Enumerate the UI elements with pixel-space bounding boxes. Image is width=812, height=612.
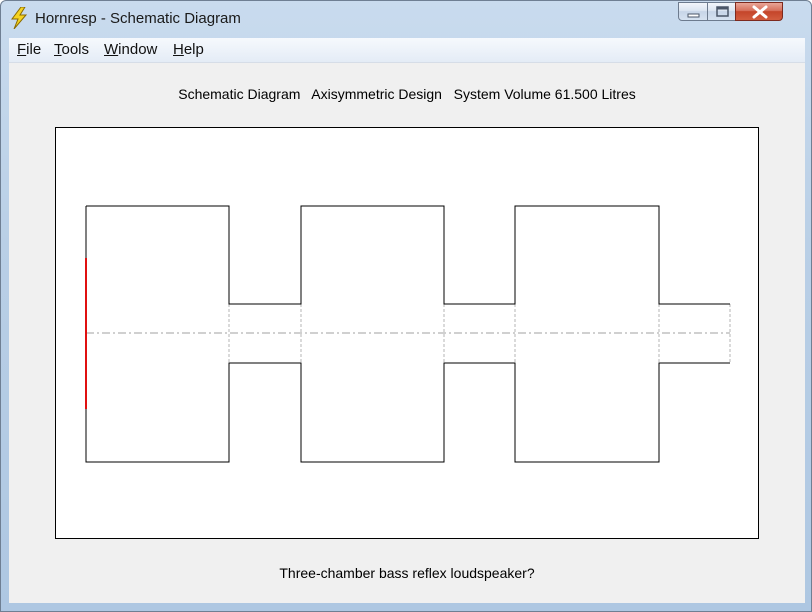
- diagram-header: Schematic Diagram Axisymmetric Design Sy…: [178, 86, 636, 102]
- window-title: Hornresp - Schematic Diagram: [35, 10, 241, 27]
- diagram-caption: Three-chamber bass reflex loudspeaker?: [279, 565, 535, 581]
- schematic-svg: [85, 205, 731, 463]
- minimize-button[interactable]: [678, 2, 708, 21]
- lightning-bolt-icon[interactable]: [10, 6, 28, 30]
- hornresp-window: Hornresp - Schematic Diagram File Tools …: [0, 0, 812, 612]
- title-bar[interactable]: Hornresp - Schematic Diagram: [1, 1, 811, 35]
- menu-bar: File Tools Window Help: [9, 38, 805, 63]
- menu-tools[interactable]: Tools: [54, 41, 89, 58]
- menu-help[interactable]: Help: [173, 41, 204, 58]
- maximize-button[interactable]: [707, 2, 736, 21]
- menu-file[interactable]: File: [17, 41, 41, 58]
- schematic-diagram: [55, 127, 759, 539]
- enclosure-outline: [85, 205, 730, 463]
- menu-window[interactable]: Window: [104, 41, 157, 58]
- close-button[interactable]: [735, 2, 783, 21]
- client-area: Schematic Diagram Axisymmetric Design Sy…: [9, 63, 805, 603]
